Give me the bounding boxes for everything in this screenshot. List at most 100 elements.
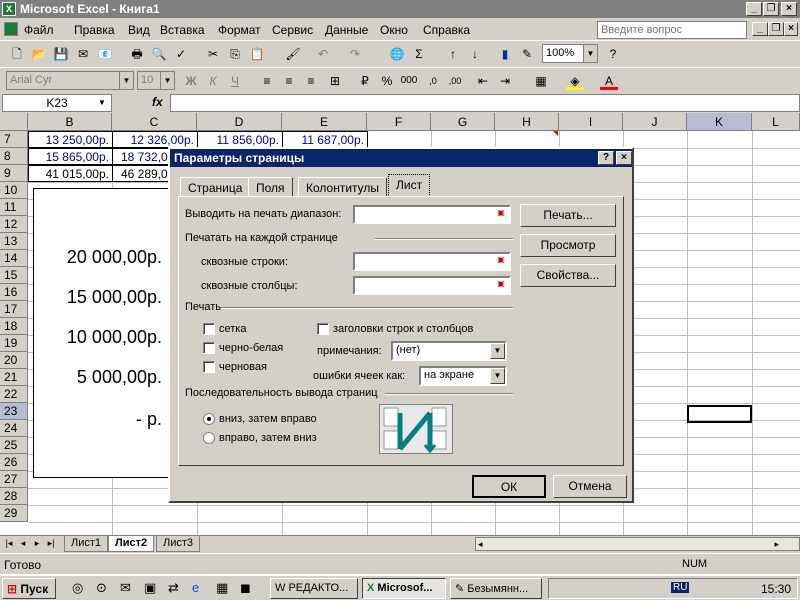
drawing-icon[interactable]: ✎ [518, 45, 536, 63]
font-size-combo[interactable]: 10 ▼ [137, 71, 175, 90]
doc-restore-icon[interactable]: ❐ [768, 22, 784, 36]
ie-icon[interactable]: e [192, 580, 199, 595]
tab-page[interactable]: Страница [180, 177, 251, 197]
cut-icon[interactable]: ✂ [204, 45, 222, 63]
black-white-checkbox[interactable] [203, 342, 215, 354]
row-header[interactable]: 28 [0, 488, 28, 505]
quicklaunch-icon[interactable]: ◼ [240, 580, 251, 596]
thousands-icon[interactable]: 000 [400, 72, 418, 90]
column-header[interactable]: I [559, 113, 623, 131]
help-icon[interactable]: ? [604, 45, 622, 63]
sheet-tab-3[interactable]: Лист3 [156, 536, 201, 552]
quicklaunch-icon[interactable]: ✉ [120, 580, 131, 596]
cell-b7[interactable]: 13 250,00р. [28, 131, 113, 148]
last-sheet-icon[interactable]: ▸| [45, 538, 57, 549]
cell-c9[interactable]: 46 289,0 [112, 165, 172, 182]
row-header[interactable]: 13 [0, 233, 28, 250]
active-cell-k23[interactable] [687, 405, 752, 423]
column-header[interactable]: J [623, 113, 687, 131]
row-header[interactable]: 18 [0, 318, 28, 335]
align-right-icon[interactable]: ≡ [302, 72, 320, 90]
row-header[interactable]: 19 [0, 335, 28, 352]
bold-icon[interactable]: Ж [182, 72, 200, 90]
range-picker-icon[interactable]: ▣ [494, 255, 508, 268]
align-left-icon[interactable]: ≡ [258, 72, 276, 90]
menu-format[interactable]: Формат [218, 23, 261, 37]
cancel-button[interactable]: Отмена [553, 475, 627, 498]
minimize-icon[interactable]: _ [746, 2, 762, 16]
decrease-indent-icon[interactable]: ⇤ [474, 72, 492, 90]
column-header[interactable]: H [495, 113, 559, 131]
cols-to-repeat-input[interactable]: ▣ [353, 276, 511, 295]
row-header[interactable]: 29 [0, 505, 28, 522]
next-sheet-icon[interactable]: ▸ [31, 538, 43, 549]
menu-view[interactable]: Вид [128, 23, 150, 37]
menu-help[interactable]: Справка [423, 23, 470, 37]
fill-color-icon[interactable]: ◈ [566, 72, 584, 90]
chevron-down-icon[interactable]: ▼ [98, 98, 106, 107]
sheet-tab-2[interactable]: Лист2 [108, 536, 155, 552]
quicklaunch-icon[interactable]: ◎ [72, 580, 83, 596]
column-header[interactable]: G [431, 113, 495, 131]
row-header[interactable]: 8 [0, 148, 28, 165]
underline-icon[interactable]: Ч [226, 72, 244, 90]
properties-button[interactable]: Свойства... [520, 264, 616, 287]
row-header[interactable]: 15 [0, 267, 28, 284]
horizontal-scrollbar[interactable]: ◂ ▸ [475, 537, 800, 551]
headings-checkbox[interactable] [317, 323, 329, 335]
row-header[interactable]: 25 [0, 437, 28, 454]
draft-checkbox[interactable] [203, 361, 215, 373]
quicklaunch-icon[interactable]: ⇄ [168, 580, 179, 596]
format-painter-icon[interactable]: 🖌 [284, 45, 302, 63]
cell-errors-select[interactable]: на экране ▼ [419, 366, 507, 386]
row-header[interactable]: 7 [0, 131, 28, 148]
increase-indent-icon[interactable]: ⇥ [496, 72, 514, 90]
chevron-down-icon[interactable]: ▼ [119, 72, 133, 89]
name-box[interactable]: K23 [2, 94, 112, 112]
row-header[interactable]: 26 [0, 454, 28, 471]
cell-c7[interactable]: 12 326,00р. [112, 131, 198, 148]
email-icon[interactable]: 📧 [96, 45, 114, 63]
font-name-combo[interactable]: Arial Cyr ▼ [6, 71, 134, 90]
percent-icon[interactable]: % [378, 72, 396, 90]
column-header[interactable]: F [367, 113, 431, 131]
menu-edit[interactable]: Правка [74, 23, 115, 37]
borders-icon[interactable]: ▦ [532, 72, 550, 90]
preview-button[interactable]: Просмотр [520, 234, 616, 257]
chevron-down-icon[interactable]: ▼ [160, 72, 174, 89]
comments-select[interactable]: (нет) ▼ [391, 341, 507, 361]
scroll-left-icon[interactable]: ◂ [478, 539, 483, 550]
row-header[interactable]: 21 [0, 369, 28, 386]
merge-center-icon[interactable]: ⊞ [326, 72, 344, 90]
hyperlink-icon[interactable]: 🌐 [388, 45, 406, 63]
tab-margins[interactable]: Поля [248, 177, 293, 197]
permission-icon[interactable]: ✉ [74, 45, 92, 63]
undo-icon[interactable]: ↶ [314, 45, 332, 63]
prev-sheet-icon[interactable]: ◂ [17, 538, 29, 549]
select-all-corner[interactable] [0, 113, 28, 131]
column-header[interactable]: D [197, 113, 282, 131]
quicklaunch-icon[interactable]: ▦ [216, 580, 228, 596]
chevron-down-icon[interactable]: ▼ [490, 368, 505, 384]
start-button[interactable]: ⊞ Пуск [2, 578, 56, 599]
fx-icon[interactable]: fx [152, 95, 163, 109]
excel-app-icon[interactable]: X [2, 2, 16, 16]
column-header[interactable]: C [112, 113, 197, 131]
row-header[interactable]: 16 [0, 284, 28, 301]
rows-to-repeat-input[interactable]: ▣ [353, 252, 511, 271]
zoom-combo[interactable]: 100% ▼ [542, 44, 598, 63]
row-header[interactable]: 23 [0, 403, 28, 420]
task-paint[interactable]: ✎ Безымянн... [450, 578, 542, 599]
align-center-icon[interactable]: ≡ [280, 72, 298, 90]
row-header[interactable]: 12 [0, 216, 28, 233]
over-then-down-radio[interactable] [203, 432, 215, 444]
menu-tools[interactable]: Сервис [272, 23, 313, 37]
print-area-input[interactable]: ▣ [353, 205, 511, 224]
chevron-down-icon[interactable]: ▼ [490, 343, 505, 359]
redo-icon[interactable]: ↷ [346, 45, 364, 63]
save-icon[interactable]: 💾 [52, 45, 70, 63]
cell-d7[interactable]: 11 856,00р. [197, 131, 283, 148]
cell-e7[interactable]: 11 687,00р. [282, 131, 368, 148]
row-header[interactable]: 20 [0, 352, 28, 369]
close-icon[interactable]: × [616, 151, 632, 165]
